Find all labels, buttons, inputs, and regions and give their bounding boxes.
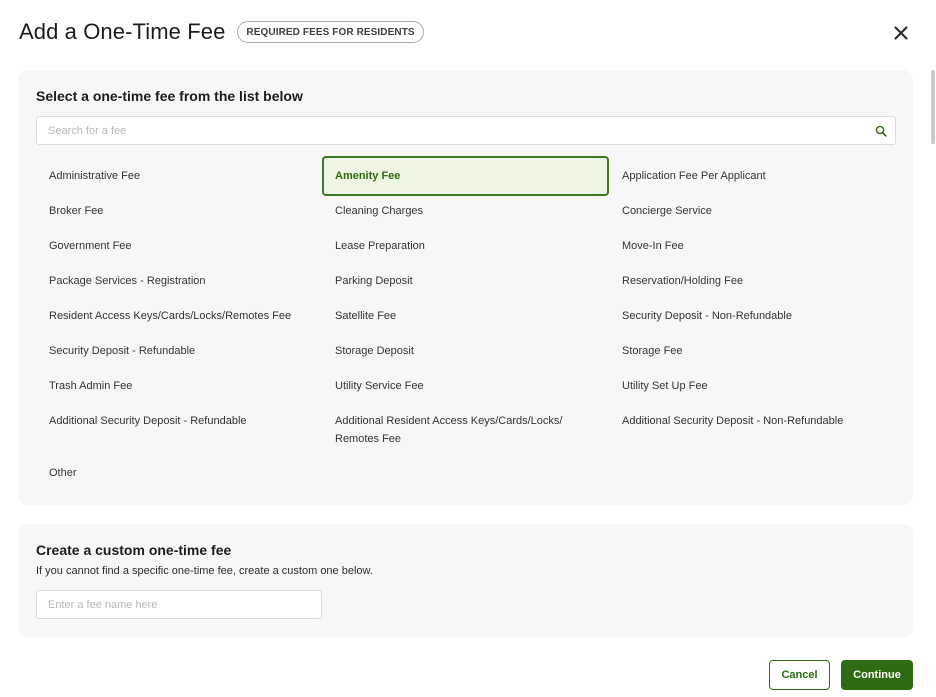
fee-option-government-fee[interactable]: Government Fee: [36, 226, 323, 266]
fee-option-satellite-fee[interactable]: Satellite Fee: [322, 296, 609, 336]
custom-fee-panel: Create a custom one-time fee If you cann…: [18, 524, 913, 637]
fee-list-heading: Select a one-time fee from the list belo…: [36, 88, 303, 104]
required-fees-badge: REQUIRED FEES FOR RESIDENTS: [237, 21, 424, 43]
close-icon: [894, 26, 908, 40]
continue-button[interactable]: Continue: [841, 660, 913, 690]
fee-option-resident-access-keys-fee[interactable]: Resident Access Keys/Cards/Locks/Remotes…: [36, 296, 323, 336]
custom-fee-description: If you cannot find a specific one-time f…: [36, 565, 373, 577]
modal-header: Add a One-Time Fee REQUIRED FEES FOR RES…: [19, 19, 424, 45]
fee-option-security-deposit-non-refundable[interactable]: Security Deposit - Non-Refundable: [609, 296, 896, 336]
fee-option-storage-fee[interactable]: Storage Fee: [609, 331, 896, 371]
fee-option-additional-security-deposit-non-refundable[interactable]: Additional Security Deposit - Non-Refund…: [609, 401, 896, 441]
custom-fee-field: [36, 590, 322, 619]
custom-fee-heading: Create a custom one-time fee: [36, 542, 232, 558]
fee-option-lease-preparation[interactable]: Lease Preparation: [322, 226, 609, 266]
custom-fee-name-input[interactable]: [37, 591, 321, 618]
fee-option-concierge-service[interactable]: Concierge Service: [609, 191, 896, 231]
fee-option-security-deposit-refundable[interactable]: Security Deposit - Refundable: [36, 331, 323, 371]
close-button[interactable]: [890, 22, 912, 44]
fee-option-cleaning-charges[interactable]: Cleaning Charges: [322, 191, 609, 231]
fee-option-additional-resident-access-keys-fee[interactable]: Additional Resident Access Keys/Cards/Lo…: [322, 401, 609, 459]
fee-option-additional-security-deposit-refundable[interactable]: Additional Security Deposit - Refundable: [36, 401, 323, 441]
fee-search-box: [36, 116, 896, 145]
fee-option-utility-set-up-fee[interactable]: Utility Set Up Fee: [609, 366, 896, 406]
fee-list-panel: Select a one-time fee from the list belo…: [18, 70, 913, 505]
fee-option-package-services-registration[interactable]: Package Services - Registration: [36, 261, 323, 301]
fee-option-move-in-fee[interactable]: Move-In Fee: [609, 226, 896, 266]
add-one-time-fee-modal: Add a One-Time Fee REQUIRED FEES FOR RES…: [0, 0, 936, 697]
fee-option-utility-service-fee[interactable]: Utility Service Fee: [322, 366, 609, 406]
fee-search-input[interactable]: [37, 117, 895, 144]
fee-option-parking-deposit[interactable]: Parking Deposit: [322, 261, 609, 301]
fee-option-administrative-fee[interactable]: Administrative Fee: [36, 156, 323, 196]
fee-option-other[interactable]: Other: [36, 453, 323, 493]
fee-option-storage-deposit[interactable]: Storage Deposit: [322, 331, 609, 371]
cancel-button[interactable]: Cancel: [769, 660, 830, 690]
fee-option-reservation-holding-fee[interactable]: Reservation/Holding Fee: [609, 261, 896, 301]
modal-scrollbar[interactable]: [931, 70, 935, 144]
fee-option-amenity-fee[interactable]: Amenity Fee: [322, 156, 609, 196]
fee-option-trash-admin-fee[interactable]: Trash Admin Fee: [36, 366, 323, 406]
search-icon[interactable]: [875, 125, 887, 137]
fee-option-broker-fee[interactable]: Broker Fee: [36, 191, 323, 231]
modal-title: Add a One-Time Fee: [19, 19, 226, 44]
fee-option-application-fee-per-applicant[interactable]: Application Fee Per Applicant: [609, 156, 896, 196]
